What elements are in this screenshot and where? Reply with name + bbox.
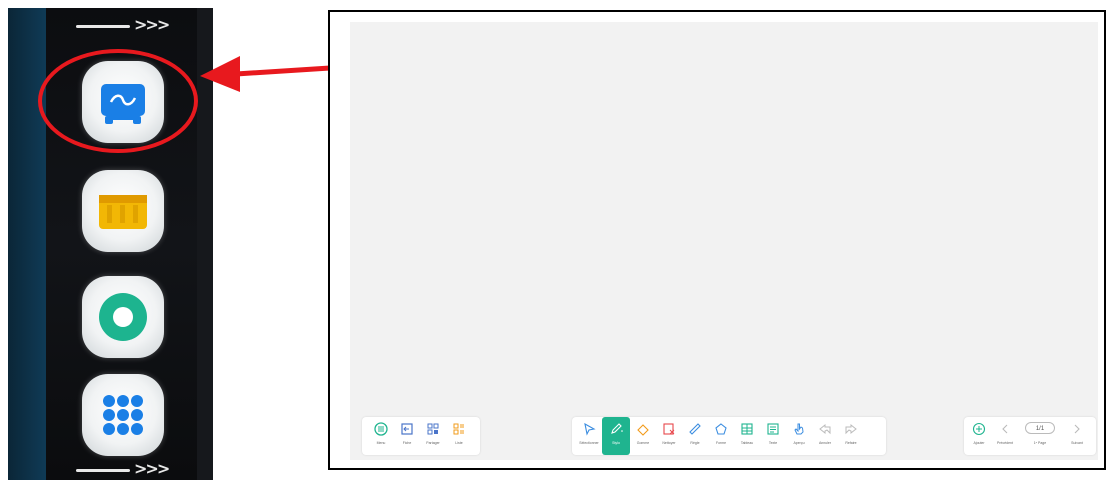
tool-label: Liste [455,441,463,445]
chevron-left-icon [1002,424,1008,434]
tool-label: Sélectionner [579,441,599,445]
tool-label: Annuler [818,441,832,445]
clear-icon [663,423,675,435]
tool-label: Menu [376,441,386,445]
toolbox-app-button[interactable] [82,170,164,252]
file-icon [401,423,413,435]
tool-label: Nettoyer [662,441,676,445]
whiteboard-screenshot: Menu Fiche Partager Liste Sélectionner S… [328,10,1106,470]
tool-label: Texte [768,441,778,445]
menu-button[interactable]: Menu [368,417,394,455]
chevrons-icon: >>> [134,459,170,478]
shape-tool-button[interactable]: Forme [708,417,734,455]
tool-label: Fiche [402,441,412,445]
table-icon [741,423,753,435]
apps-grid-button[interactable] [82,374,164,456]
menu-icon [374,422,388,436]
whiteboard-canvas[interactable]: Menu Fiche Partager Liste Sélectionner S… [350,22,1098,460]
page-toolbar: Ajouter Précédent 1/1 1ᵉ Page Suivant [964,417,1096,455]
pen-tool-button[interactable]: Stylo [602,417,630,455]
eraser-icon [637,424,649,436]
select-icon [584,422,596,436]
file-button[interactable]: Fiche [394,417,420,455]
ring-icon [99,293,147,341]
ruler-tool-button[interactable]: Règle [682,417,708,455]
page-counter: 1/1 [1025,422,1055,434]
share-icon [427,423,439,435]
swipe-line [76,469,130,472]
select-tool-button[interactable]: Sélectionner [576,417,602,455]
left-toolbar: Menu Fiche Partager Liste [362,417,480,455]
pen-icon [611,423,623,434]
shape-icon [715,423,727,435]
previous-page-button[interactable]: Précédent [992,417,1018,455]
list-button[interactable]: Liste [446,417,472,455]
text-tool-button[interactable]: Texte [760,417,786,455]
list-icon [453,423,464,435]
page-indicator[interactable]: 1/1 1ᵉ Page [1018,417,1062,455]
tool-label: Refaire [845,441,857,445]
center-toolbar: Sélectionner Stylo Gomme Nettoyer Règle … [572,417,886,455]
tool-label: Partager [426,441,440,445]
redo-button[interactable]: Refaire [838,417,864,455]
grid-icon [103,395,143,435]
tool-label: Précédent [997,441,1013,445]
undo-button[interactable]: Annuler [812,417,838,455]
undo-icon [819,423,831,435]
add-icon [972,422,986,436]
ruler-icon [689,423,701,435]
add-page-button[interactable]: Ajouter [966,417,992,455]
tool-label: Forme [715,441,727,445]
clear-tool-button[interactable]: Nettoyer [656,417,682,455]
tool-label: Ajouter [973,441,985,445]
next-page-button[interactable]: Suivant [1062,417,1092,455]
ring-app-button[interactable] [82,276,164,358]
swipe-hint-bottom[interactable]: >>> [76,459,172,480]
eraser-tool-button[interactable]: Gomme [630,417,656,455]
tool-label: Suivant [1071,441,1083,445]
hand-icon [794,423,804,435]
share-button[interactable]: Partager [420,417,446,455]
tool-label: Aperçu [793,441,805,445]
redo-icon [845,423,857,435]
chevron-right-icon [1074,424,1080,434]
tool-label: Stylo [612,441,620,445]
tool-label: 1ᵉ Page [1033,441,1047,445]
swipe-line [76,25,130,28]
hand-tool-button[interactable]: Aperçu [786,417,812,455]
chevrons-icon: >>> [134,15,170,34]
text-icon [767,423,779,435]
tool-label: Gomme [636,441,650,445]
callout-arrow-icon [200,56,331,92]
highlight-ring [38,49,198,153]
tool-label: Tableau [740,441,754,445]
tool-label: Règle [690,441,700,445]
toolbox-icon [99,195,147,229]
table-tool-button[interactable]: Tableau [734,417,760,455]
swipe-hint-top[interactable]: >>> [76,15,172,36]
